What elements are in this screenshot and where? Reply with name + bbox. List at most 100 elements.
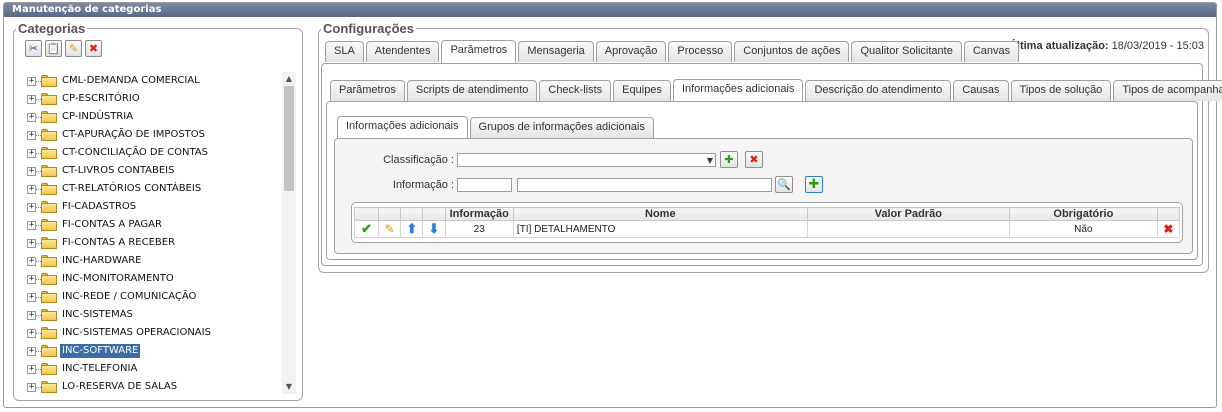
tree-item[interactable]: + FI-CONTAS A RECEBER [24, 234, 272, 252]
tab-main-3[interactable]: Mensageria [518, 41, 594, 62]
tree-item-label[interactable]: INC-REDE / COMUNICAÇÃO [60, 290, 198, 304]
tab-sub-3[interactable]: Equipes [613, 80, 671, 101]
tree-item-label[interactable]: INC-MONITORAMENTO [60, 272, 176, 286]
checkmark-icon[interactable]: ✔ [361, 221, 372, 236]
scroll-up-icon[interactable]: ▲ [282, 72, 296, 86]
pencil-icon[interactable]: ✎ [385, 222, 395, 236]
cut-button[interactable]: ✂ [25, 40, 42, 57]
search-informacao-button[interactable]: 🔍 [775, 176, 793, 193]
clear-classificacao-button[interactable]: ✖ [745, 151, 763, 168]
informacao-name-input[interactable] [517, 178, 772, 192]
expand-icon[interactable]: + [27, 311, 36, 320]
expand-icon[interactable]: + [27, 275, 36, 284]
expand-icon[interactable]: + [27, 347, 36, 356]
tree-item[interactable]: + CT-CONCILIAÇÃO DE CONTAS [24, 144, 272, 162]
tree-item[interactable]: + CT-APURAÇÃO DE IMPOSTOS [24, 126, 272, 144]
informacao-code-input[interactable] [457, 178, 512, 192]
tree-item-label[interactable]: LO-RESERVA DE SALAS [60, 380, 179, 394]
arrow-up-icon[interactable]: ⬆ [406, 221, 417, 236]
tree-item[interactable]: + CT-LIVROS CONTABEIS [24, 162, 272, 180]
tree-item[interactable]: + CP-INDÚSTRIA [24, 108, 272, 126]
tree-item[interactable]: + FI-CADASTROS [24, 198, 272, 216]
tree-item-label[interactable]: CT-APURAÇÃO DE IMPOSTOS [60, 128, 207, 142]
expand-icon[interactable]: + [27, 113, 36, 122]
tab-main-6[interactable]: Conjuntos de ações [734, 41, 850, 62]
expand-icon[interactable]: + [27, 185, 36, 194]
expand-icon[interactable]: + [27, 167, 36, 176]
col-valor-padrao[interactable]: Valor Padrão [806, 207, 1010, 221]
col-obrigatorio[interactable]: Obrigatório [1008, 207, 1158, 221]
add-informacao-button[interactable]: ✚ [805, 176, 823, 193]
tab-main-4[interactable]: Aprovação [595, 41, 667, 62]
tree-item-label[interactable]: CT-CONCILIAÇÃO DE CONTAS [60, 146, 210, 160]
tree-item[interactable]: + INC-SISTEMAS OPERACIONAIS [24, 324, 272, 342]
expand-icon[interactable]: + [27, 365, 36, 374]
move-up-cell[interactable]: ⬆ [400, 220, 424, 238]
arrow-down-icon[interactable]: ⬇ [429, 221, 440, 236]
move-down-cell[interactable]: ⬇ [422, 220, 446, 238]
tree-item-label[interactable]: CP-ESCRITÓRIO [60, 92, 142, 106]
tab-sub-8[interactable]: Tipos de acompanhamento [1113, 80, 1222, 101]
tree-item[interactable]: + LO-RESERVA DE SALAS [24, 378, 272, 394]
add-classificacao-button[interactable]: ✚ [720, 151, 738, 168]
delete-x-icon[interactable]: ✖ [1163, 222, 1173, 236]
edit-button[interactable]: ✎ [65, 40, 82, 57]
tab-inner-1[interactable]: Grupos de informações adicionais [469, 117, 654, 138]
tab-main-2[interactable]: Parâmetros [441, 40, 517, 63]
confirm-cell[interactable]: ✔ [353, 220, 380, 238]
tree-item-label[interactable]: CT-RELATÓRIOS CONTÁBEIS [60, 182, 203, 196]
classificacao-select[interactable]: ▼ [457, 153, 716, 167]
edit-cell[interactable]: ✎ [378, 220, 402, 238]
tab-sub-1[interactable]: Scripts de atendimento [406, 80, 538, 101]
tree-item[interactable]: + INC-SISTEMAS [24, 306, 272, 324]
tree-item[interactable]: + INC-HARDWARE [24, 252, 272, 270]
tree-item-label[interactable]: INC-HARDWARE [60, 254, 143, 268]
tree-item[interactable]: + INC-TELEFONIA [24, 360, 272, 378]
tree-item-label[interactable]: FI-CONTAS A RECEBER [60, 236, 177, 250]
expand-icon[interactable]: + [27, 383, 36, 392]
tab-inner-0[interactable]: Informações adicionais [337, 116, 468, 139]
scroll-thumb[interactable] [284, 86, 294, 191]
expand-icon[interactable]: + [27, 221, 36, 230]
scroll-down-icon[interactable]: ▼ [282, 380, 296, 394]
expand-icon[interactable]: + [27, 149, 36, 158]
expand-icon[interactable]: + [27, 239, 36, 248]
tab-main-5[interactable]: Processo [668, 41, 733, 62]
tree-item[interactable]: + FI-CONTAS A PAGAR [24, 216, 272, 234]
tree-item-label[interactable]: INC-TELEFONIA [60, 362, 139, 376]
tab-sub-0[interactable]: Parâmetros [330, 80, 405, 101]
delete-button[interactable]: ✖ [85, 40, 102, 57]
tab-main-7[interactable]: Qualitor Solicitante [851, 41, 962, 62]
tab-sub-6[interactable]: Causas [953, 80, 1009, 101]
tab-main-0[interactable]: SLA [325, 41, 364, 62]
tree-scrollbar[interactable]: ▲ ▼ [282, 72, 296, 394]
expand-icon[interactable]: + [27, 257, 36, 266]
expand-icon[interactable]: + [27, 95, 36, 104]
tab-sub-4[interactable]: Informações adicionais [672, 79, 804, 102]
tree-item-label[interactable]: CP-INDÚSTRIA [60, 110, 135, 124]
tab-main-8[interactable]: Canvas [963, 41, 1020, 62]
tree-item-label[interactable]: CML-DEMANDA COMERCIAL [60, 74, 202, 88]
col-informacao[interactable]: Informação [444, 207, 514, 221]
tab-sub-7[interactable]: Tipos de solução [1010, 80, 1112, 101]
expand-icon[interactable]: + [27, 203, 36, 212]
tree-item[interactable]: + CT-RELATÓRIOS CONTÁBEIS [24, 180, 272, 198]
tab-sub-2[interactable]: Check-lists [539, 80, 612, 101]
tree-item-label[interactable]: FI-CONTAS A PAGAR [60, 218, 164, 232]
tree-item[interactable]: + INC-REDE / COMUNICAÇÃO [24, 288, 272, 306]
tab-main-1[interactable]: Atendentes [365, 41, 440, 62]
tree-item-label[interactable]: CT-LIVROS CONTABEIS [60, 164, 176, 178]
expand-icon[interactable]: + [27, 329, 36, 338]
tree-item-label[interactable]: INC-SOFTWARE [60, 344, 141, 358]
paste-button[interactable]: 📋 [45, 40, 62, 57]
expand-icon[interactable]: + [27, 293, 36, 302]
expand-icon[interactable]: + [27, 77, 36, 86]
delete-row-cell[interactable]: ✖ [1156, 220, 1181, 238]
tree-item-label[interactable]: FI-CADASTROS [60, 200, 138, 214]
tree-item-label[interactable]: INC-SISTEMAS [60, 308, 135, 322]
expand-icon[interactable]: + [27, 131, 36, 140]
tree-item[interactable]: + INC-SOFTWARE [24, 342, 272, 360]
tree-item-label[interactable]: INC-SISTEMAS OPERACIONAIS [60, 326, 213, 340]
table-row[interactable]: ✔ ✎ ⬆ ⬇ 23 [TI] DETALHAMENTO Não ✖ [353, 220, 1181, 238]
tree-item[interactable]: + CML-DEMANDA COMERCIAL [24, 72, 272, 90]
